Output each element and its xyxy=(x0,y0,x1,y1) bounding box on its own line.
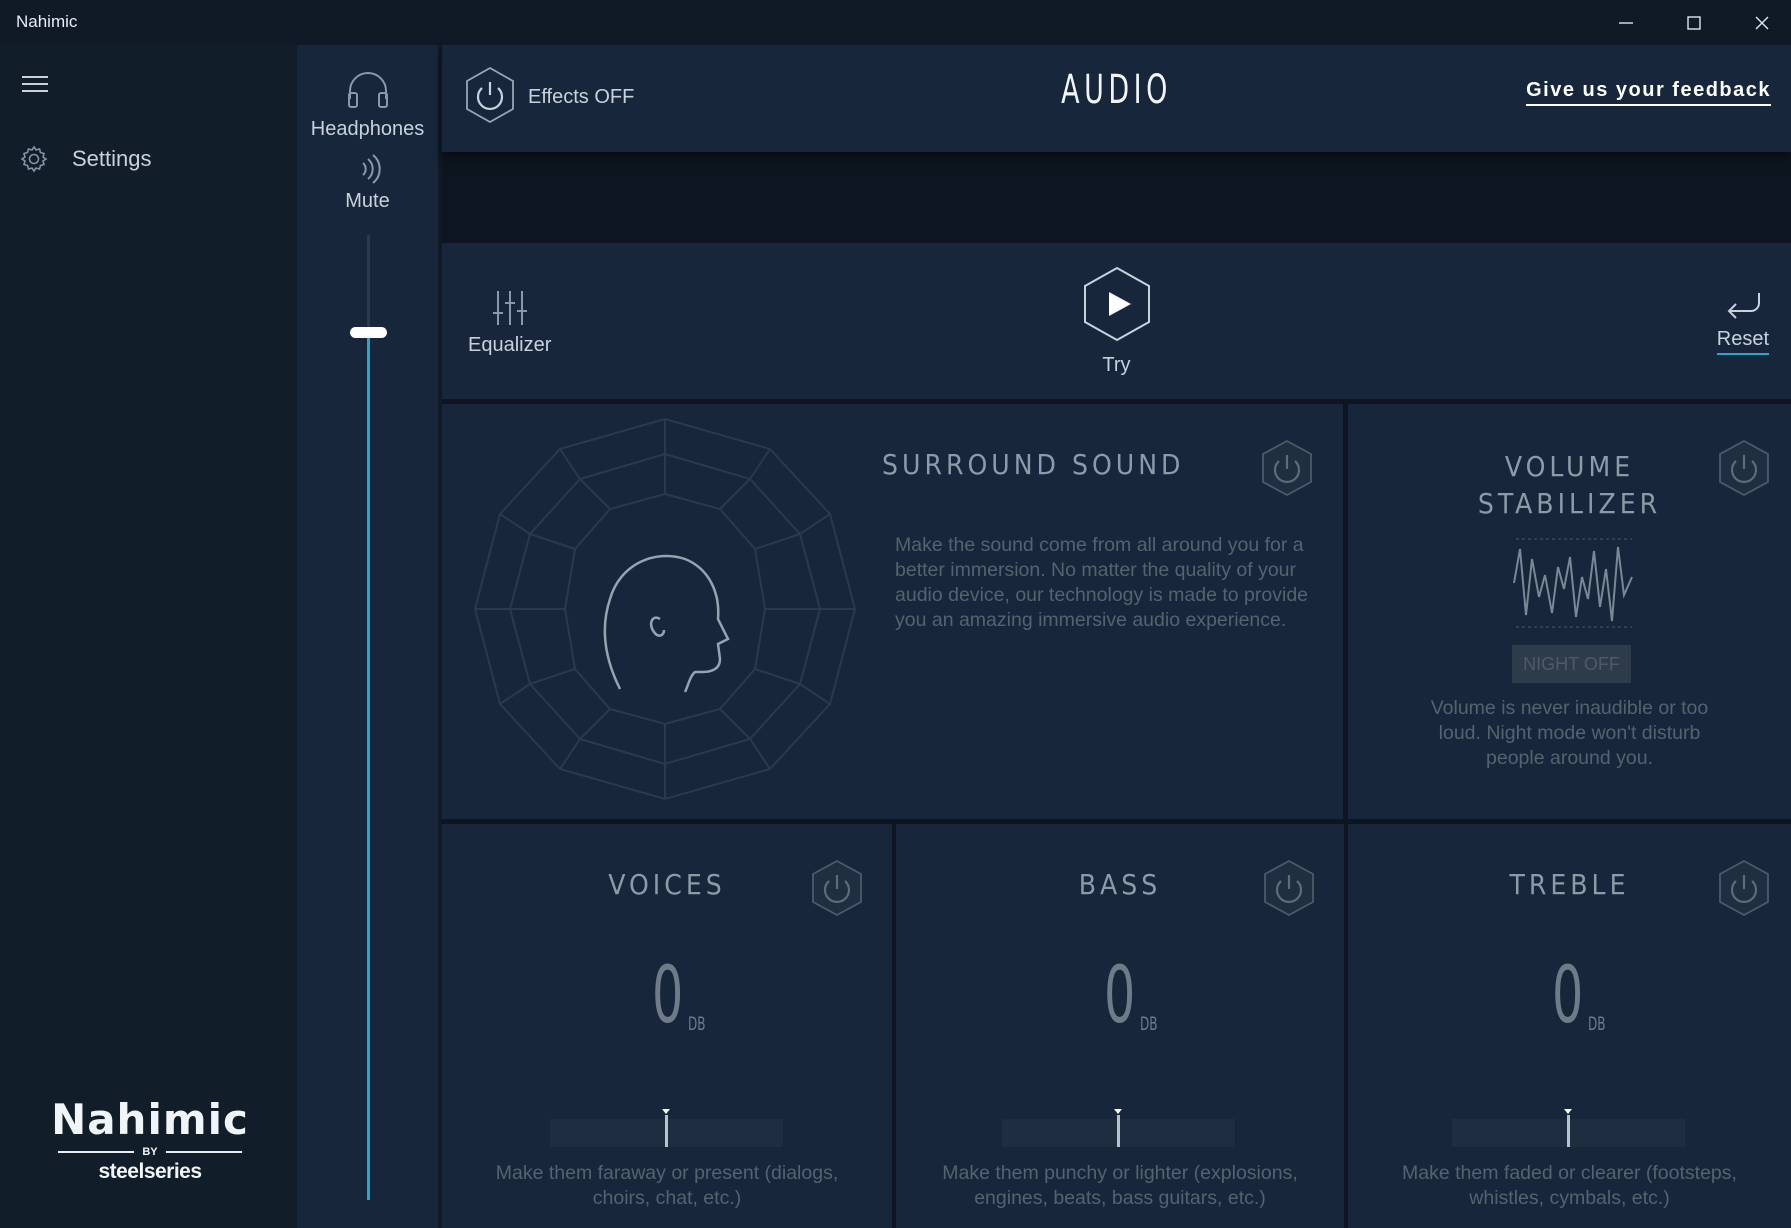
treble-power-button[interactable] xyxy=(1717,859,1771,922)
treble-db-number: 0 xyxy=(1552,951,1584,1041)
bass-description: Make them punchy or lighter (explosions,… xyxy=(942,1162,1298,1209)
mute-label: Mute xyxy=(345,190,390,212)
headphones-label: Headphones xyxy=(310,118,425,140)
minimize-button[interactable] xyxy=(1592,0,1660,45)
power-icon xyxy=(1719,439,1769,497)
surround-description: Make the sound come from all around you … xyxy=(895,534,1309,631)
volume-slider-fill xyxy=(367,331,370,1200)
toolbar: Equalizer Try Reset xyxy=(442,243,1791,399)
night-mode-toggle[interactable]: NIGHT OFF xyxy=(1512,645,1631,683)
gear-icon xyxy=(20,145,48,173)
voices-power-button[interactable] xyxy=(810,859,864,922)
surround-title: SURROUND SOUND xyxy=(882,448,1185,481)
nahimic-logo: Nahimic BY steelseries xyxy=(50,1095,250,1184)
bass-slider-thumb[interactable] xyxy=(1117,1115,1120,1147)
voices-db-unit: DB xyxy=(688,1013,706,1035)
minimize-icon xyxy=(1619,21,1633,24)
voices-slider-thumb[interactable] xyxy=(665,1115,668,1147)
logo-word: Nahimic xyxy=(51,1095,249,1144)
close-icon xyxy=(1755,16,1769,29)
power-icon xyxy=(1719,859,1769,917)
surround-power-button[interactable] xyxy=(1260,439,1314,502)
treble-slider-thumb[interactable] xyxy=(1567,1115,1570,1147)
main-content: Effects OFF AUDIO Give us your feedback … xyxy=(442,45,1791,1228)
mute-button[interactable]: Mute xyxy=(297,153,438,213)
power-icon xyxy=(466,66,514,124)
voices-db-number: 0 xyxy=(652,951,684,1041)
bass-db-number: 0 xyxy=(1104,951,1136,1041)
logo-by: BY xyxy=(142,1146,158,1158)
volume-slider-thumb[interactable] xyxy=(350,326,387,338)
treble-slider[interactable] xyxy=(1452,1109,1685,1147)
bass-slider[interactable] xyxy=(1002,1109,1235,1147)
effects-toggle[interactable]: Effects OFF xyxy=(464,66,634,129)
sidebar-item-settings-label: Settings xyxy=(72,146,152,171)
speaker-waves-icon xyxy=(361,154,381,184)
sidebar-item-settings[interactable]: Settings xyxy=(20,145,152,173)
maximize-icon xyxy=(1687,15,1701,30)
surround-sound-card: SURROUND SOUND Make the sound come from … xyxy=(442,404,1343,819)
page-title: AUDIO xyxy=(1061,67,1172,113)
volume-stabilizer-power-button[interactable] xyxy=(1717,439,1771,502)
hamburger-menu-icon[interactable] xyxy=(22,76,48,98)
sidebar: Settings Nahimic BY steelseries xyxy=(0,45,297,1228)
try-button[interactable]: Try xyxy=(442,265,1791,377)
voices-description: Make them faraway or present (dialogs, c… xyxy=(495,1162,839,1209)
reset-button[interactable]: Reset xyxy=(1716,289,1769,355)
headphones-device[interactable]: Headphones xyxy=(297,65,438,141)
close-button[interactable] xyxy=(1728,0,1791,45)
treble-db-unit: DB xyxy=(1588,1013,1606,1035)
power-icon xyxy=(1264,859,1314,917)
play-icon xyxy=(1083,266,1150,342)
bass-card: BASS 0 DB Make them punchy or lighter (e… xyxy=(896,824,1344,1228)
header: Effects OFF AUDIO Give us your feedback xyxy=(442,45,1791,152)
logo-brand: steelseries xyxy=(98,1160,202,1183)
volume-stabilizer-card: VOLUME STABILIZER NIGHT OFF Volume is ne… xyxy=(1348,404,1791,819)
device-panel: Headphones Mute xyxy=(297,45,438,1228)
voices-slider[interactable] xyxy=(550,1109,783,1147)
treble-value: 0 DB xyxy=(1552,951,1605,1041)
treble-card: TREBLE 0 DB Make them faded or clearer (… xyxy=(1348,824,1791,1228)
power-icon xyxy=(1262,439,1312,497)
reset-label: Reset xyxy=(1716,328,1769,355)
voices-card: VOICES 0 DB Make them faraway or present… xyxy=(442,824,892,1228)
title-bar: Nahimic xyxy=(0,0,1791,45)
window-title: Nahimic xyxy=(16,12,78,31)
volume-stabilizer-description: Volume is never inaudible or too loud. N… xyxy=(1430,697,1709,769)
reset-arrow-icon xyxy=(1727,293,1760,319)
surround-sphere-illustration xyxy=(473,417,857,801)
power-icon xyxy=(812,859,862,917)
waveform-icon xyxy=(1513,538,1633,628)
bass-power-button[interactable] xyxy=(1262,859,1316,922)
try-label: Try xyxy=(1102,354,1131,376)
bass-value: 0 DB xyxy=(1104,951,1157,1041)
voices-value: 0 DB xyxy=(652,951,705,1041)
maximize-button[interactable] xyxy=(1660,0,1728,45)
treble-description: Make them faded or clearer (footsteps, w… xyxy=(1402,1162,1737,1209)
headphones-icon xyxy=(347,72,388,108)
feedback-link[interactable]: Give us your feedback xyxy=(1526,79,1771,106)
bass-db-unit: DB xyxy=(1140,1013,1158,1035)
